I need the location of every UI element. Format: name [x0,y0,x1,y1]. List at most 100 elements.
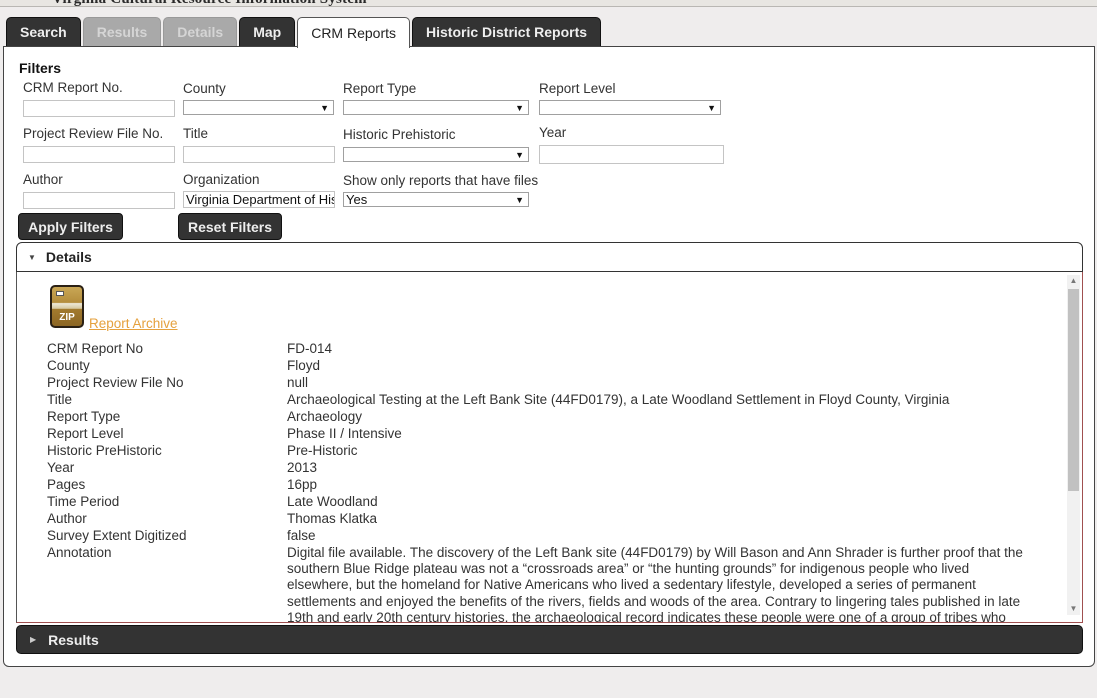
detail-row: Pages 16pp [47,477,1037,494]
detail-value: null [287,375,309,390]
detail-value: Archaeology [287,409,363,424]
show-only-files-label: Show only reports that have files [343,173,539,188]
report-archive-link[interactable]: Report Archive [89,316,178,331]
app-title: Virginia Cultural Resource Information S… [52,0,367,6]
chevron-down-icon: ▼ [515,195,524,205]
report-level-select[interactable]: ▼ [539,100,721,115]
detail-row: Survey Extent Digitized false [47,528,1037,545]
detail-row: CRM Report No FD-014 [47,341,1037,358]
detail-key: Report Type [47,409,121,424]
county-select[interactable]: ▼ [183,100,334,115]
detail-value: Floyd [287,358,321,373]
show-only-files-select-value: Yes [346,192,368,207]
zip-file-icon[interactable]: ZIP [50,285,84,328]
detail-row: Project Review File No null [47,375,1037,392]
author-label: Author [23,172,63,187]
detail-key: Historic PreHistoric [47,443,162,458]
details-accordion-header[interactable]: ▼ Details [16,242,1083,272]
detail-row: Author Thomas Klatka [47,511,1037,528]
detail-key: County [47,358,90,373]
detail-key: Project Review File No [47,375,184,390]
scroll-down-icon[interactable]: ▼ [1067,603,1080,615]
tab-map[interactable]: Map [239,17,296,46]
show-only-files-select[interactable]: Yes ▼ [343,192,529,207]
tab-label: Search [20,24,67,40]
chevron-down-icon: ▼ [320,103,329,113]
report-type-label: Report Type [343,81,417,96]
report-level-label: Report Level [539,81,616,96]
zip-chip-graphic [56,291,64,296]
tab-label: CRM Reports [311,25,396,41]
detail-value: Thomas Klatka [287,511,378,526]
main-tabs: Search Results Details Map CRM Reports H… [6,17,602,48]
county-label: County [183,81,226,96]
scroll-up-icon[interactable]: ▲ [1067,275,1080,287]
detail-row: County Floyd [47,358,1037,375]
detail-key: Report Level [47,426,124,441]
detail-value: Late Woodland [287,494,378,509]
detail-row: Report Level Phase II / Intensive [47,426,1037,443]
tab-details[interactable]: Details [163,17,238,46]
tab-historic-district-reports[interactable]: Historic District Reports [412,17,602,46]
year-input[interactable] [539,145,724,164]
apply-filters-button[interactable]: Apply Filters [18,213,123,240]
detail-key: Annotation [47,545,112,560]
detail-key: CRM Report No [47,341,144,356]
chevron-down-icon: ▼ [707,103,716,113]
tab-crm-reports[interactable]: CRM Reports [297,17,410,48]
title-input[interactable] [183,146,335,163]
tab-label: Results [96,24,148,40]
detail-row: Time Period Late Woodland [47,494,1037,511]
app-banner: Virginia Cultural Resource Information S… [0,0,1097,7]
detail-row: Year 2013 [47,460,1037,477]
zip-icon-text: ZIP [59,312,75,323]
detail-key: Time Period [47,494,120,509]
details-scrollbar[interactable]: ▲ ▼ [1067,275,1080,615]
historic-prehistoric-select[interactable]: ▼ [343,147,529,162]
tab-search[interactable]: Search [6,17,81,46]
detail-key: Year [47,460,75,475]
detail-row: Report Type Archaeology [47,409,1037,426]
tab-label: Map [253,24,282,40]
filters-title: Filters [19,60,62,76]
detail-value: Pre-Historic [287,443,358,458]
details-header-label: Details [45,249,92,265]
results-accordion-header[interactable]: ▶ Results [16,625,1083,654]
crm-report-no-label: CRM Report No. [23,80,123,95]
tab-label: Historic District Reports [426,24,588,40]
detail-row: Historic PreHistoric Pre-Historic [47,443,1037,460]
report-type-select[interactable]: ▼ [343,100,529,115]
author-input[interactable] [23,192,175,209]
detail-key: Survey Extent Digitized [47,528,187,543]
caret-down-icon: ▼ [28,252,36,262]
crm-reports-panel: Filters CRM Report No. County ▼ Report T… [3,46,1095,667]
reset-filters-button[interactable]: Reset Filters [178,213,282,240]
crm-report-no-input[interactable] [23,100,175,117]
detail-key: Pages [47,477,86,492]
detail-value: 16pp [287,477,318,492]
detail-key: Title [47,392,73,407]
year-label: Year [539,125,567,140]
detail-value: Archaeological Testing at the Left Bank … [287,392,950,407]
annotation-text: Digital file available. The discovery of… [287,545,1023,623]
organization-input[interactable]: Virginia Department of Hist [183,191,335,208]
detail-row: Title Archaeological Testing at the Left … [47,392,1037,409]
scrollbar-thumb[interactable] [1068,289,1079,491]
chevron-down-icon: ▼ [515,103,524,113]
results-header-label: Results [48,631,99,648]
detail-value: FD-014 [287,341,333,356]
tab-results[interactable]: Results [82,17,162,46]
detail-value: false [287,528,316,543]
project-review-file-no-label: Project Review File No. [23,126,164,141]
caret-right-icon: ▶ [30,635,37,644]
detail-value: Phase II / Intensive [287,426,402,441]
tab-label: Details [177,24,224,40]
project-review-file-no-input[interactable] [23,146,175,163]
chevron-down-icon: ▼ [515,150,524,160]
title-label: Title [183,126,209,141]
detail-value: 2013 [287,460,318,475]
organization-label: Organization [183,172,260,187]
details-panel: ZIP Report Archive CRM Report No FD-014 C… [16,272,1083,623]
detail-key: Author [47,511,87,526]
historic-prehistoric-label: Historic Prehistoric [343,127,456,142]
